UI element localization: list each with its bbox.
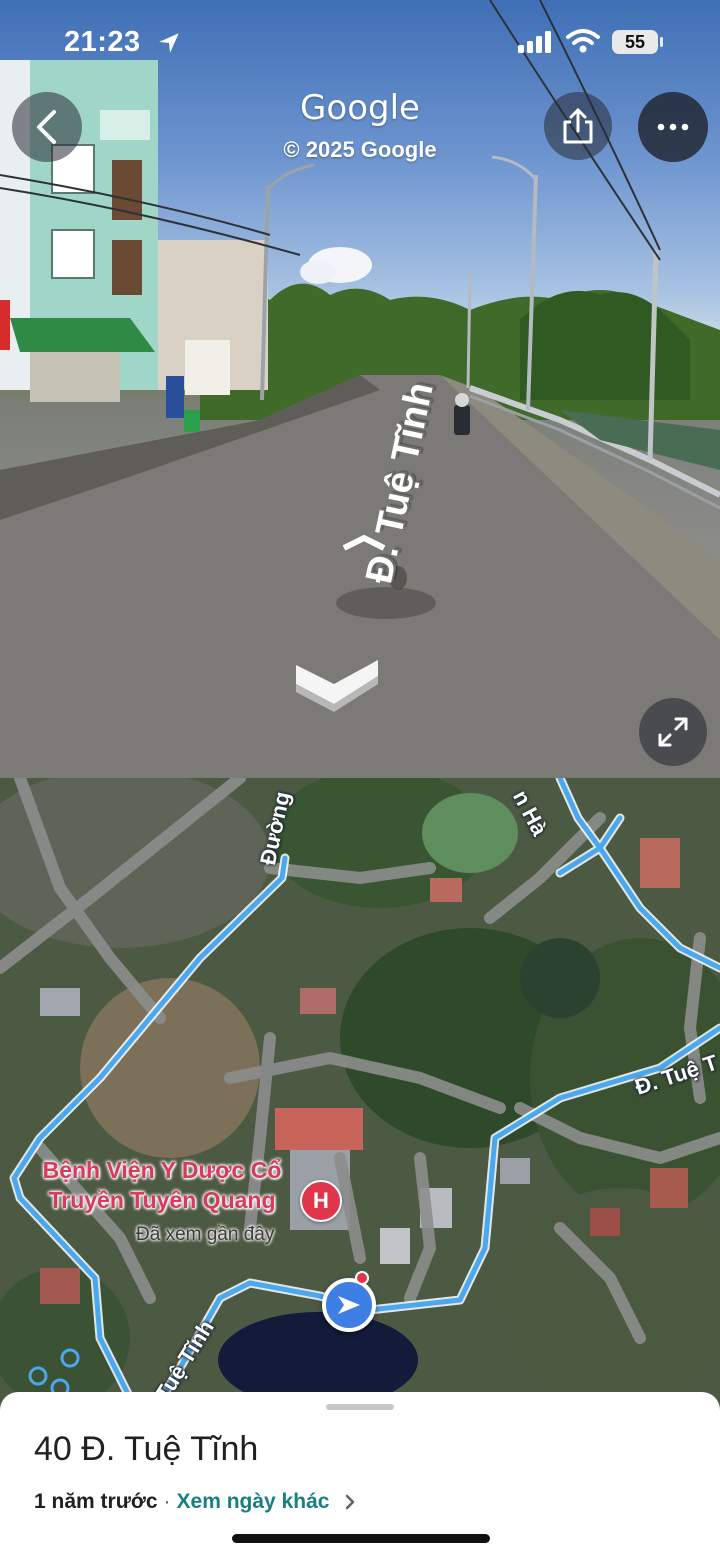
hospital-pin-icon[interactable]: H: [300, 1180, 342, 1222]
share-icon: [563, 108, 593, 144]
back-button[interactable]: [12, 92, 82, 162]
street-view-panorama[interactable]: Đ. Tuệ Tĩnh 21:23 55 Google © 2025 Googl…: [0, 0, 720, 778]
drag-handle[interactable]: [326, 1404, 394, 1410]
expand-button[interactable]: [639, 698, 707, 766]
current-location-marker[interactable]: [322, 1278, 376, 1332]
cellular-signal-icon: [518, 31, 551, 53]
more-horizontal-icon: [657, 123, 689, 131]
poi-recently-viewed: Đã xem gần đây: [136, 1224, 275, 1245]
copyright-text: © 2025 Google: [283, 137, 437, 162]
other-dates-link[interactable]: Xem ngày khác: [177, 1490, 330, 1514]
capture-date-row: 1 năm trước · Xem ngày khác: [34, 1490, 357, 1514]
status-time: 21:23: [64, 26, 141, 58]
chevron-left-icon: [37, 110, 56, 144]
direction-arrow-icon: [338, 1296, 360, 1314]
location-marker-tip: [355, 1271, 369, 1285]
address-title: 40 Đ. Tuệ Tĩnh: [34, 1430, 259, 1468]
capture-date: 1 năm trước: [34, 1490, 158, 1513]
more-options-button[interactable]: [638, 92, 708, 162]
chevron-right-icon[interactable]: [343, 1493, 357, 1511]
battery-nub: [660, 37, 663, 47]
google-watermark: Google: [300, 88, 420, 128]
home-indicator[interactable]: [232, 1534, 490, 1543]
battery-indicator: 55: [612, 30, 658, 54]
wifi-icon: [566, 29, 600, 53]
location-arrow-icon: [159, 33, 179, 53]
expand-icon: [658, 717, 688, 747]
share-button[interactable]: [544, 92, 612, 160]
separator-dot: ·: [163, 1490, 171, 1513]
bottom-sheet[interactable]: 40 Đ. Tuệ Tĩnh 1 năm trước · Xem ngày kh…: [0, 1392, 720, 1558]
poi-hospital-name[interactable]: Bệnh Viện Y Dược Cổ Truyền Tuyên Quang: [22, 1155, 302, 1215]
